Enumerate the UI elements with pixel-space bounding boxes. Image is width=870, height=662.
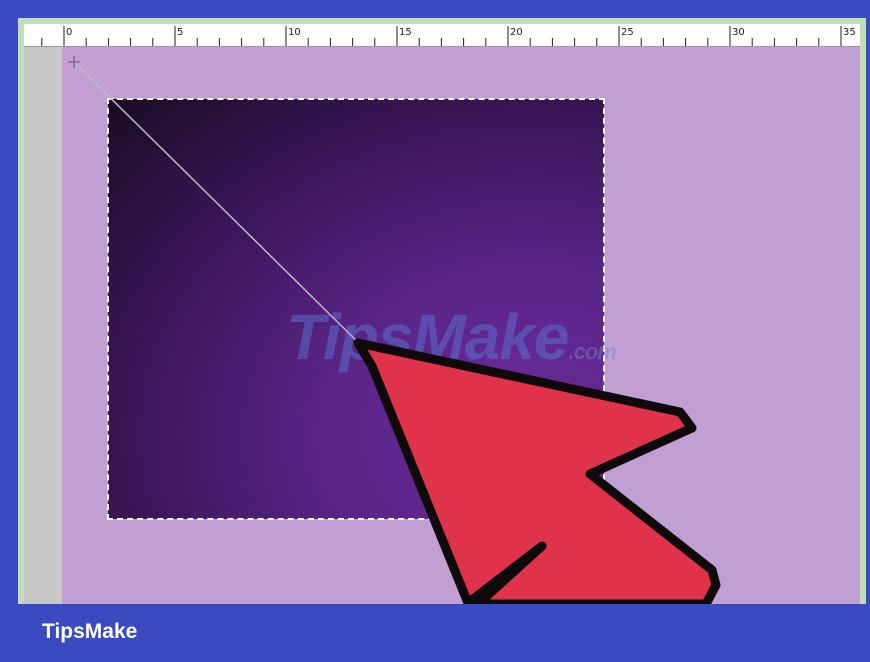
mouse-pointer-arrow-icon [353,338,721,609]
footer-brand: TipsMake [42,620,138,643]
gradient-tool-overlay [68,56,721,609]
gradient-drag-line [73,61,373,357]
